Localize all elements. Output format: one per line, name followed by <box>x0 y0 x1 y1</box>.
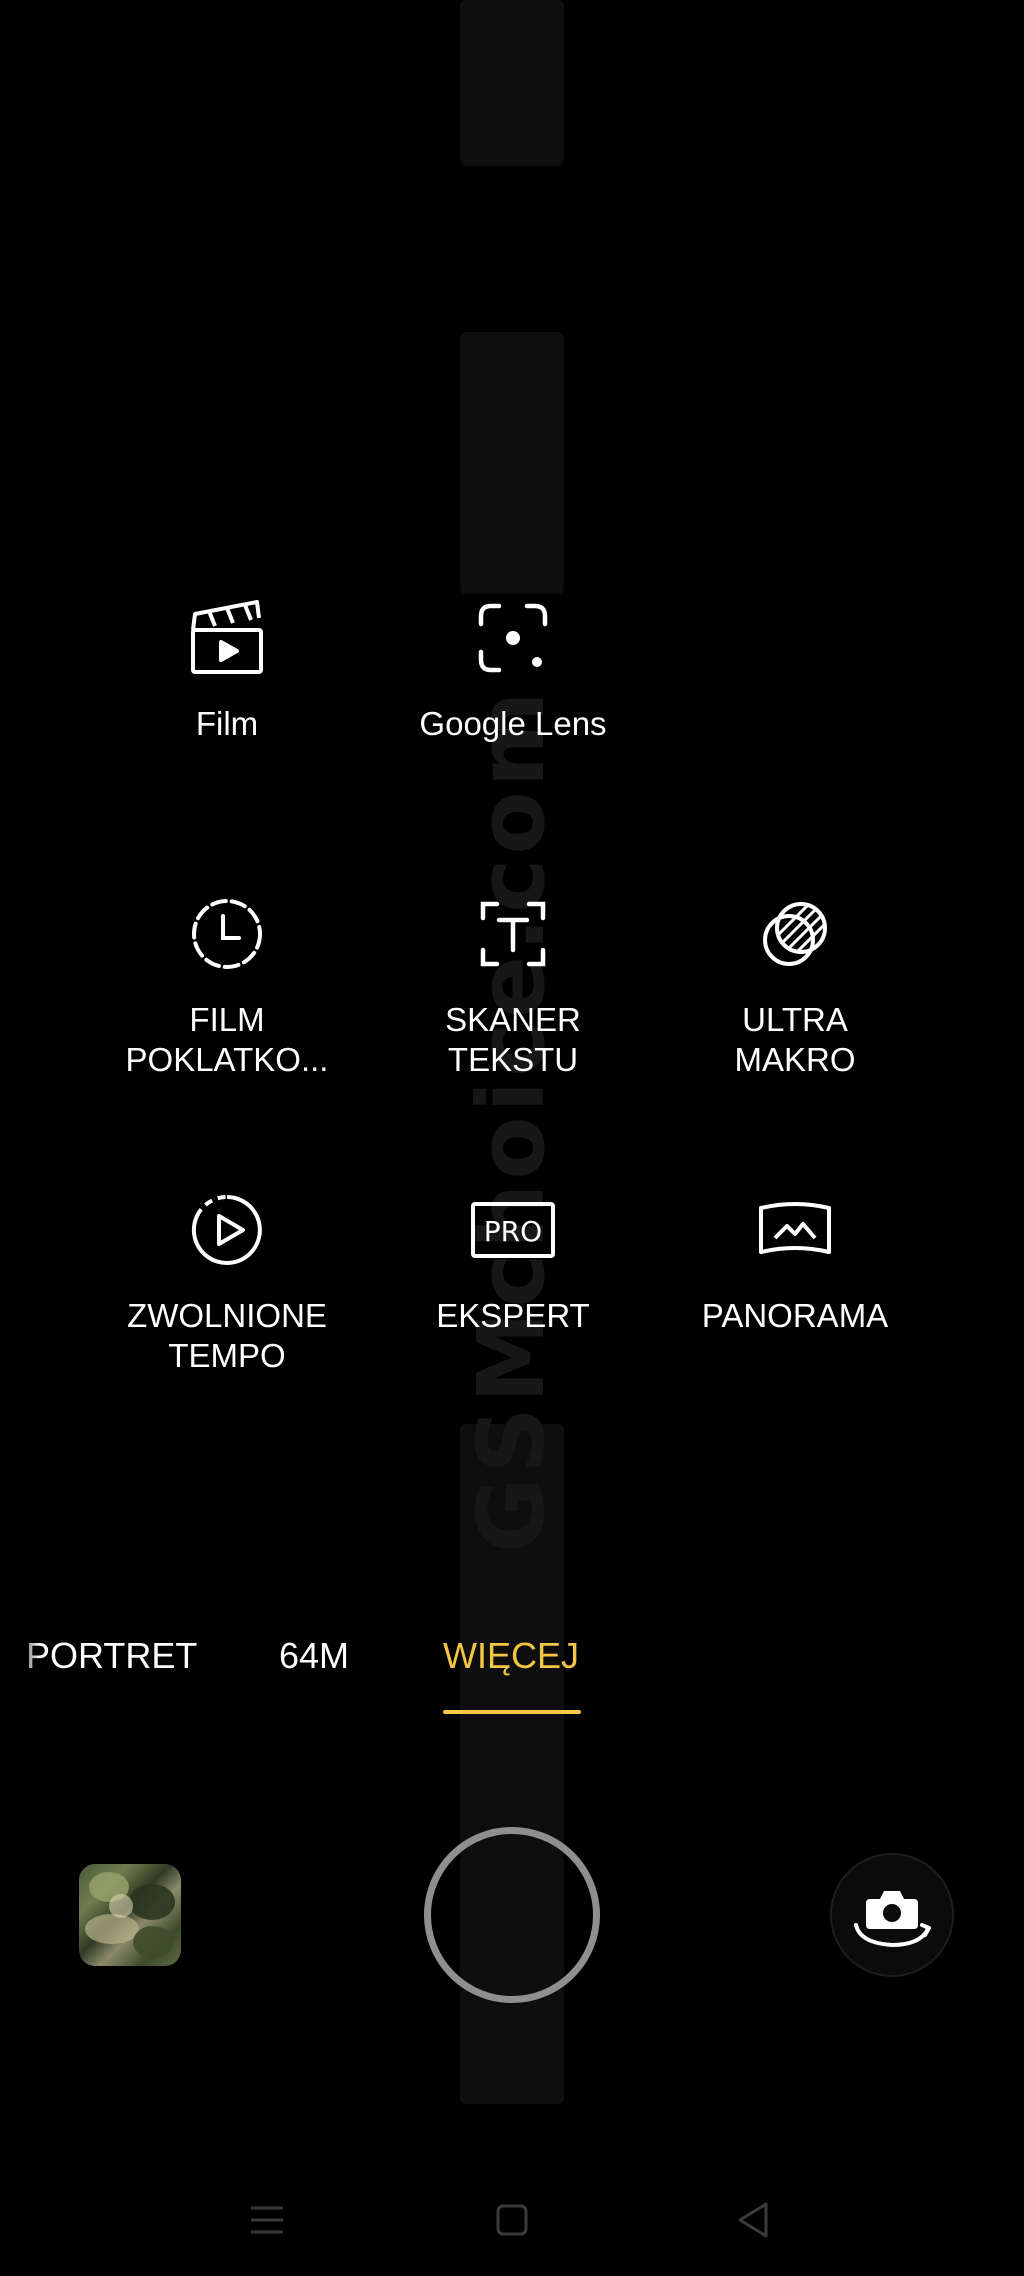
switch-camera-icon <box>854 1891 931 1948</box>
back-icon <box>738 2202 768 2238</box>
mode-ultra-macro[interactable]: ULTRA MAKRO <box>675 892 915 1080</box>
home-icon <box>496 2204 528 2236</box>
mode-slow-motion[interactable]: ZWOLNIONE TEMPO <box>107 1188 347 1376</box>
svg-text:PRO: PRO <box>484 1215 542 1248</box>
macro-icon <box>753 892 837 976</box>
tab-fade <box>0 1620 40 1690</box>
active-tab-indicator <box>443 1710 581 1714</box>
mode-timelapse[interactable]: FILM POKLATKO... <box>107 892 347 1080</box>
mode-expert[interactable]: PRO EKSPERT <box>393 1188 633 1336</box>
pro-icon: PRO <box>471 1188 555 1272</box>
lens-icon <box>471 596 555 680</box>
mode-film[interactable]: Film <box>107 596 347 744</box>
camera-screen: GSMchoice.com Film Google Lens FILM POKL… <box>0 0 1024 2276</box>
mode-google-lens[interactable]: Google Lens <box>393 596 633 744</box>
switch-camera-button[interactable] <box>830 1853 954 1977</box>
tab-64m[interactable]: 64M <box>279 1634 349 1678</box>
slow-motion-icon <box>185 1188 269 1272</box>
home-button[interactable] <box>482 2190 542 2250</box>
menu-button[interactable] <box>237 2190 297 2250</box>
mode-text-scanner[interactable]: SKANER TEKSTU <box>393 892 633 1080</box>
tab-wiecej[interactable]: WIĘCEJ <box>443 1634 579 1678</box>
menu-icon <box>251 2206 283 2234</box>
back-button[interactable] <box>724 2190 784 2250</box>
mode-label-google-lens: Google Lens <box>419 705 607 742</box>
mode-panorama[interactable]: PANORAMA <box>675 1188 915 1336</box>
clapperboard-icon <box>185 596 269 680</box>
tab-portret[interactable]: PORTRET <box>26 1634 197 1678</box>
shutter-button[interactable] <box>424 1827 600 2003</box>
mode-label-timelapse: FILM POKLATKO... <box>125 1001 329 1078</box>
mode-label-panorama: PANORAMA <box>701 1297 889 1334</box>
timer-dashed-icon <box>185 892 269 976</box>
mode-label-slow-motion: ZWOLNIONE TEMPO <box>127 1297 327 1374</box>
mode-label-expert: EKSPERT <box>436 1297 590 1334</box>
text-scan-icon <box>471 892 555 976</box>
mode-label-ultra-macro: ULTRA MAKRO <box>734 1001 856 1078</box>
gallery-thumbnail[interactable] <box>79 1864 181 1966</box>
mode-label-text-scanner: SKANER TEKSTU <box>445 1001 581 1078</box>
mode-label-film: Film <box>195 705 259 742</box>
panorama-icon <box>753 1188 837 1272</box>
